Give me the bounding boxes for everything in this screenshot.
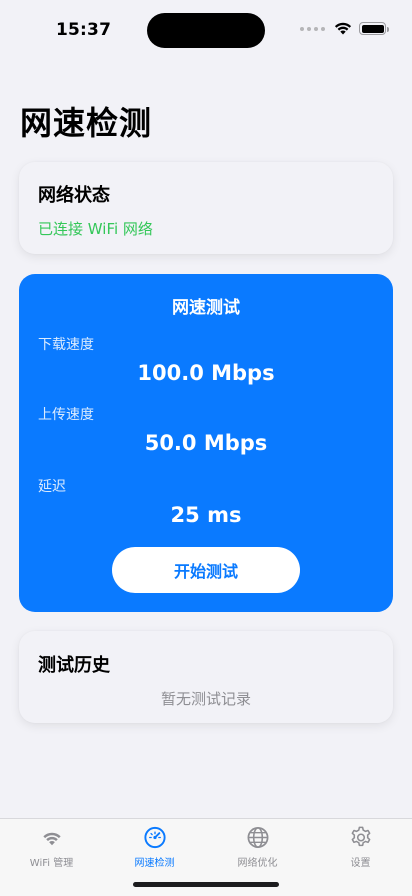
home-indicator [133, 882, 279, 887]
tab-label: WiFi 管理 [29, 858, 74, 869]
status-time: 15:37 [56, 20, 112, 40]
status-bar: 15:37 [0, 0, 412, 60]
signal-dots-icon [300, 26, 325, 31]
gear-icon [351, 826, 370, 847]
speedometer-icon [143, 826, 166, 849]
history-empty-text: 暂无测试记录 [160, 690, 251, 708]
speed-test-title: 网速测试 [172, 298, 240, 318]
wifi-status-icon [334, 22, 352, 35]
dynamic-island [147, 13, 265, 48]
screen: 15:37 网速检测 网络状态 已连接 WiFi 网络 网速测试 下载速度 10… [0, 0, 412, 896]
page-title: 网速检测 [20, 104, 153, 142]
network-status-title: 网络状态 [38, 185, 110, 206]
wifi-icon [42, 832, 61, 846]
tab-speed-test[interactable]: 网速检测 [103, 819, 206, 869]
tab-label: 设置 [350, 858, 371, 869]
upload-value: 50.0 Mbps [144, 431, 268, 455]
speed-test-card: 网速测试 下载速度 100.0 Mbps 上传速度 50.0 Mbps 延迟 2… [19, 274, 393, 612]
latency-label: 延迟 [38, 479, 66, 495]
status-indicators [300, 22, 389, 35]
globe-icon [247, 827, 268, 848]
tab-label: 网速检测 [134, 858, 175, 869]
tab-network-optimization[interactable]: 网络优化 [206, 819, 309, 869]
network-status-card [19, 162, 393, 254]
test-history-title: 测试历史 [38, 655, 110, 676]
battery-icon [359, 22, 389, 35]
test-history-card [19, 631, 393, 723]
start-test-button[interactable]: 开始测试 [112, 547, 300, 593]
download-value: 100.0 Mbps [137, 361, 275, 385]
download-label: 下载速度 [38, 337, 94, 353]
tab-settings[interactable]: 设置 [309, 819, 412, 869]
tab-wifi-management[interactable]: WiFi 管理 [0, 819, 103, 869]
latency-value: 25 ms [170, 503, 242, 527]
tab-label: 网络优化 [237, 858, 278, 869]
network-status-text: 已连接 WiFi 网络 [38, 220, 153, 238]
upload-label: 上传速度 [38, 407, 94, 423]
